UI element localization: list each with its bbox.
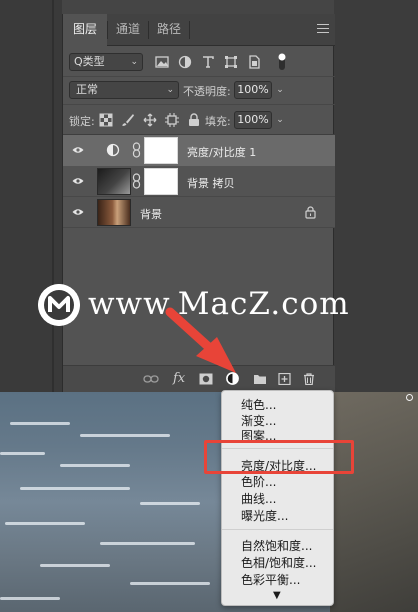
layer-mask-thumbnail[interactable] [144,137,178,164]
wave [130,582,210,585]
adjustment-filter-icon[interactable] [178,55,192,69]
type-filter-icon[interactable] [201,55,215,69]
layer-mask-thumbnail[interactable] [144,168,178,195]
eye-icon[interactable] [72,208,84,216]
menu-item-color-balance[interactable]: 色彩平衡... [241,571,300,588]
panel-menu-icon[interactable] [317,24,329,34]
tab-channels[interactable]: 通道 [108,14,148,46]
wave [100,542,195,545]
new-group-icon[interactable] [253,373,267,385]
layer-name: 亮度/对比度 1 [187,146,257,159]
wave [140,502,200,505]
opacity-input[interactable]: 100% [234,81,272,99]
macz-logo-icon [38,284,80,326]
wave [10,422,70,425]
menu-item-hue-saturation[interactable]: 色相/饱和度... [241,554,317,571]
wave [40,564,110,567]
tab-paths[interactable]: 路径 [149,14,189,46]
eye-icon[interactable] [72,146,84,154]
filter-kind-label: Q类型 [74,55,105,68]
layer-thumbnail [97,168,131,195]
layer-row-brightness-contrast[interactable]: 亮度/对比度 1 [63,135,335,166]
left-workspace-strip [0,0,62,392]
cliff-rock [330,392,418,612]
lock-all-icon[interactable] [187,113,201,127]
layers-bottom-bar: fx [63,365,335,392]
fx-button[interactable]: fx [173,371,185,386]
lock-image-pixels-icon[interactable] [121,113,135,127]
opacity-dropdown-icon[interactable]: ⌄ [273,81,287,99]
right-workspace-strip [334,0,418,392]
layers-panel: 图层 通道 路径 Q类型 ⌄ 正常 ⌄ 不透明度: 100% ⌄ 锁定: 填充:… [62,14,335,392]
link-layers-icon[interactable] [143,373,159,385]
add-mask-icon[interactable] [199,373,213,385]
lock-transparent-pixels-icon[interactable] [99,113,113,127]
layer-name: 背景 拷贝 [187,177,235,190]
tab-divider [189,21,190,39]
new-layer-icon[interactable] [278,373,291,385]
layer-row-background[interactable]: 背景 [63,197,335,228]
trash-icon[interactable] [303,373,315,385]
shape-filter-icon[interactable] [224,55,238,69]
menu-item-curves[interactable]: 曲线... [241,490,276,507]
chevron-down-icon: ⌄ [130,57,138,67]
layer-row-background-copy[interactable]: 背景 拷贝 [63,166,335,197]
adjustment-layer-icon [106,143,120,157]
fill-input[interactable]: 100% [234,111,272,129]
layer-filter-row: Q类型 ⌄ [63,47,335,77]
lock-artboard-icon[interactable] [165,113,179,127]
link-chain-icon[interactable] [132,142,141,158]
menu-item-solid-color[interactable]: 纯色... [241,396,276,413]
menu-item-levels[interactable]: 色阶... [241,473,276,490]
blend-mode-label: 正常 [76,83,98,96]
highlight-box [204,440,354,474]
divider [52,0,54,392]
layer-name: 背景 [140,208,162,221]
scroll-indicator [406,394,413,401]
menu-scroll-down-icon[interactable]: ▼ [273,590,281,601]
wave [60,464,130,467]
eye-icon[interactable] [72,177,84,185]
smart-object-filter-icon[interactable] [247,55,261,69]
adjustment-layer-button-icon[interactable] [226,372,239,385]
lock-row: 锁定: 填充: 100% ⌄ [63,105,335,135]
filter-toggle-icon[interactable] [275,52,289,72]
chevron-down-icon: ⌄ [166,85,174,95]
fill-dropdown-icon[interactable]: ⌄ [273,111,287,129]
lock-label: 锁定: [69,115,95,128]
photo-thumbnail [97,199,131,226]
menu-item-exposure[interactable]: 曝光度... [241,507,288,524]
adjustment-menu: 纯色... 渐变... 图案... 亮度/对比度... 色阶... 曲线... … [221,390,334,606]
lock-position-icon[interactable] [143,113,157,127]
watermark-text: www.MacZ.com [88,286,350,322]
menu-separator [222,529,333,530]
image-filter-icon[interactable] [155,55,169,69]
lock-icon [305,206,316,219]
panel-tabs: 图层 通道 路径 [63,14,335,47]
link-chain-icon[interactable] [132,173,141,189]
blend-row: 正常 ⌄ 不透明度: 100% ⌄ [63,77,335,105]
wave [5,522,85,525]
opacity-label: 不透明度: [183,85,231,98]
menu-item-vibrance[interactable]: 自然饱和度... [241,537,312,554]
tab-layers[interactable]: 图层 [63,14,107,47]
blend-mode-select[interactable]: 正常 ⌄ [69,81,179,99]
wave [0,597,60,600]
wave [20,487,130,490]
fill-label: 填充: [205,115,231,128]
wave [0,452,45,455]
wave [80,434,170,437]
filter-kind-select[interactable]: Q类型 ⌄ [69,53,143,71]
